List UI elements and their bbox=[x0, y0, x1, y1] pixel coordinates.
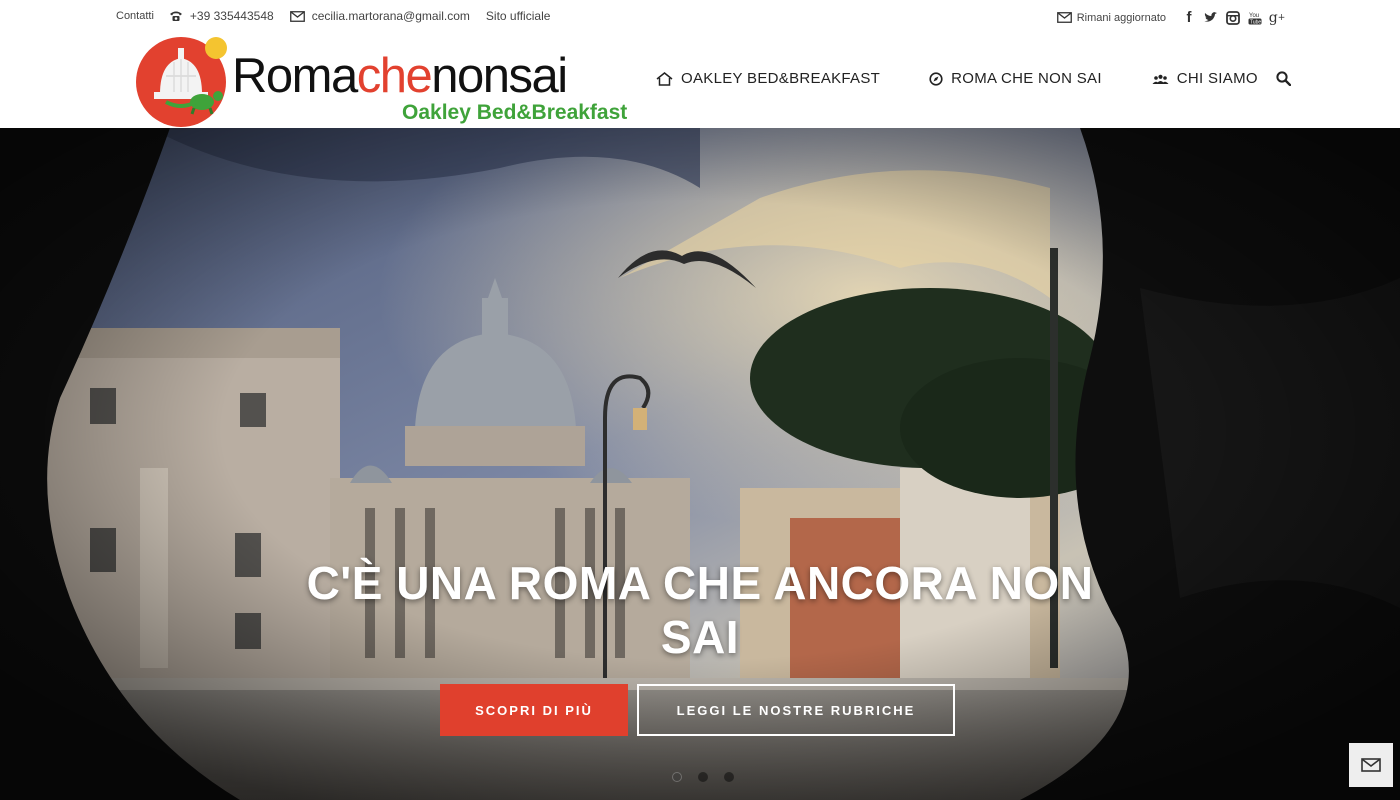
phone-link[interactable]: +39 335443548 bbox=[169, 9, 274, 23]
logo-word-nonsai: nonsai bbox=[431, 49, 568, 103]
email-link[interactable]: cecilia.martorana@gmail.com bbox=[289, 9, 470, 23]
logo-wordmark: Romachenonsai bbox=[232, 49, 568, 103]
contact-info: Contatti +39 335443548 cecilia.martorana… bbox=[116, 9, 566, 23]
social-area: Rimani aggiornato f You Tube g + bbox=[1056, 9, 1288, 26]
contacts-label: Contatti bbox=[116, 10, 154, 22]
svg-text:Tube: Tube bbox=[1250, 19, 1261, 25]
top-bar: Contatti +39 335443548 cecilia.martorana… bbox=[0, 0, 1400, 34]
slider-pagination bbox=[672, 772, 750, 782]
contact-float-button[interactable] bbox=[1349, 743, 1393, 787]
newsletter-label: Rimani aggiornato bbox=[1076, 11, 1166, 24]
nav-item-label: ROMA CHE NON SAI bbox=[951, 70, 1102, 87]
youtube-icon[interactable]: You Tube bbox=[1244, 11, 1266, 25]
google-plus-icon[interactable]: g + bbox=[1266, 10, 1288, 26]
slider-dot[interactable] bbox=[672, 772, 682, 782]
home-icon bbox=[656, 71, 673, 86]
site-header: Romachenonsai Oakley Bed&Breakfast OAKLE… bbox=[0, 34, 1400, 128]
twitter-icon[interactable] bbox=[1200, 12, 1222, 23]
site-logo[interactable]: Romachenonsai Oakley Bed&Breakfast bbox=[136, 36, 628, 127]
nav-item-roma-che-non-sai[interactable]: ROMA CHE NON SAI bbox=[929, 70, 1102, 87]
nav-item-label: CHI SIAMO bbox=[1176, 70, 1258, 87]
logo-word-che: che bbox=[356, 49, 433, 103]
email-address: cecilia.martorana@gmail.com bbox=[311, 9, 470, 23]
people-icon bbox=[1152, 74, 1169, 84]
svg-text:You: You bbox=[1249, 13, 1259, 19]
logo-emblem bbox=[136, 37, 227, 127]
search-icon bbox=[1276, 71, 1292, 87]
phone-icon bbox=[169, 11, 182, 21]
main-nav: OAKLEY BED&BREAKFAST ROMA CHE NON SAI CH… bbox=[656, 70, 1258, 87]
hero-slider: C'È UNA ROMA CHE ANCORA NON SAI SCOPRI D… bbox=[0, 128, 1400, 800]
instagram-icon[interactable] bbox=[1222, 10, 1244, 25]
compass-icon bbox=[929, 71, 943, 86]
nav-item-oakley[interactable]: OAKLEY BED&BREAKFAST bbox=[656, 70, 880, 87]
slider-dot[interactable] bbox=[724, 772, 734, 782]
search-button[interactable] bbox=[1276, 71, 1292, 91]
official-site-label: Sito ufficiale bbox=[485, 9, 551, 23]
read-columns-button[interactable]: LEGGI LE NOSTRE RUBRICHE bbox=[637, 684, 955, 736]
envelope-icon bbox=[1056, 12, 1072, 23]
hero-title: C'È UNA ROMA CHE ANCORA NON SAI bbox=[306, 557, 1094, 663]
envelope-icon bbox=[1361, 758, 1381, 772]
discover-more-button[interactable]: SCOPRI DI PIÙ bbox=[440, 684, 628, 736]
newsletter-link[interactable]: Rimani aggiornato bbox=[1056, 11, 1166, 24]
logo-subtitle: Oakley Bed&Breakfast bbox=[402, 101, 628, 124]
social-links: f You Tube g + bbox=[1178, 9, 1288, 26]
phone-number: +39 335443548 bbox=[189, 9, 274, 23]
slider-dot[interactable] bbox=[698, 772, 708, 782]
facebook-icon[interactable]: f bbox=[1178, 9, 1200, 26]
nav-item-chi-siamo[interactable]: CHI SIAMO bbox=[1152, 70, 1258, 87]
nav-item-label: OAKLEY BED&BREAKFAST bbox=[681, 70, 881, 87]
official-site-link[interactable]: Sito ufficiale bbox=[486, 9, 550, 23]
logo-word-roma: Roma bbox=[232, 49, 358, 103]
envelope-icon bbox=[289, 10, 305, 22]
